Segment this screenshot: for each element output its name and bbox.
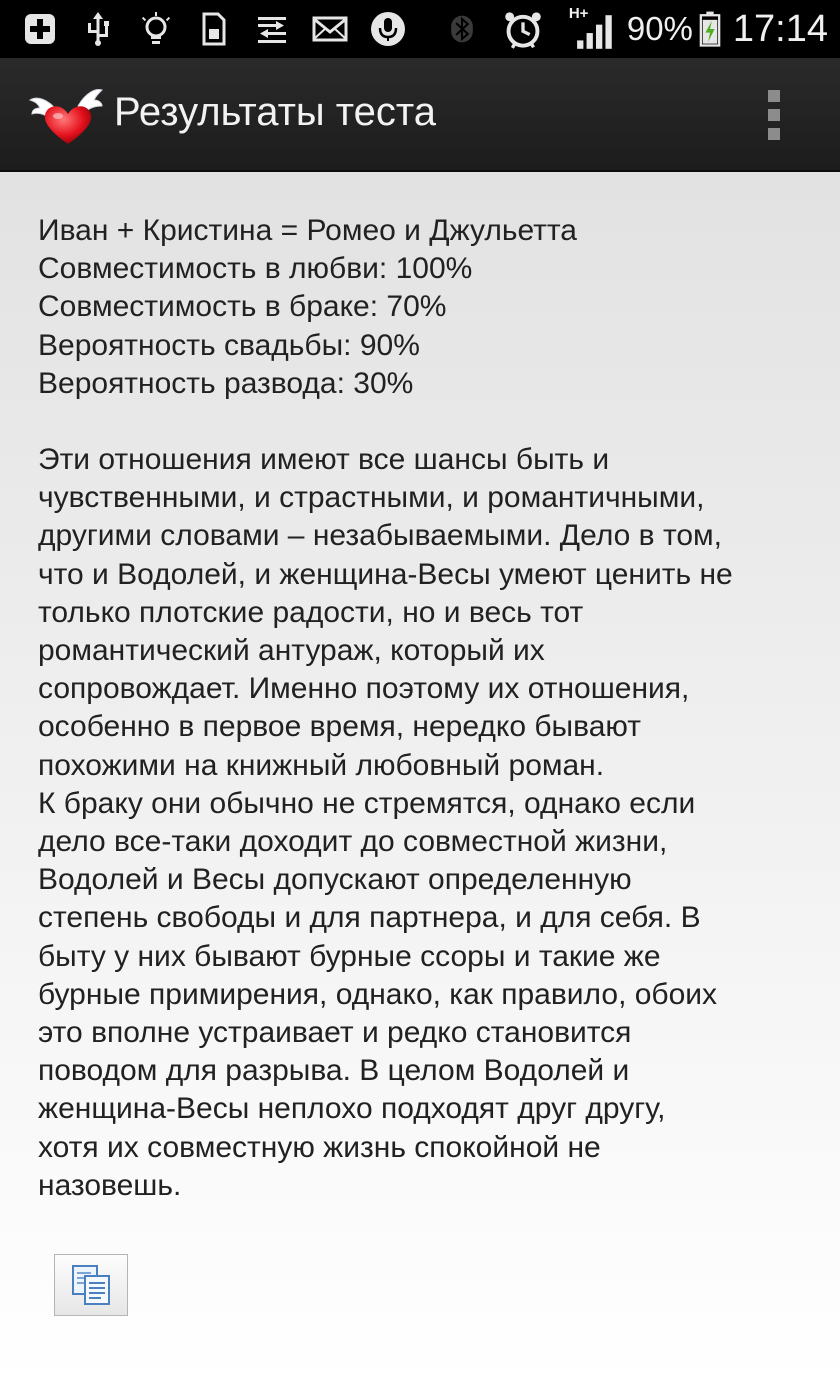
network-indicator: H+ (569, 5, 617, 51)
result-content: Иван + Кристина = Ромео и Джульетта Совм… (38, 212, 818, 1205)
notification-icons (22, 0, 406, 58)
signal-icon (576, 15, 612, 49)
overflow-dot (768, 128, 780, 140)
overflow-menu-icon[interactable] (750, 82, 798, 148)
screen-title: Результаты теста (114, 90, 437, 134)
status-bar: H+ 90% 17:14 (0, 0, 840, 58)
match-line: Иван + Кристина = Ромео и Джульетта (38, 214, 577, 247)
alarm-icon (505, 12, 541, 49)
lightbulb-icon (141, 12, 171, 44)
email-icon (312, 16, 348, 42)
microphone-icon (371, 12, 405, 46)
result-summary: Иван + Кристина = Ромео и Джульетта Совм… (38, 212, 818, 403)
copy-button[interactable] (54, 1254, 128, 1316)
data-transfer-icon (258, 17, 286, 43)
add-icon (25, 14, 55, 44)
bluetooth-icon (451, 15, 473, 43)
divorce-probability: Вероятность развода: 30% (38, 366, 414, 400)
sim-icon (202, 12, 226, 46)
marriage-compatibility: Совместимость в браке: 70% (38, 290, 447, 324)
action-bar: Результаты теста (0, 58, 840, 172)
battery-charging-icon (699, 11, 721, 47)
love-compatibility: Совместимость в любви: 100% (38, 252, 473, 286)
battery-percent: 90% (626, 10, 693, 47)
clock: 17:14 (732, 7, 828, 50)
winged-heart-icon[interactable] (28, 84, 104, 148)
wedding-probability: Вероятность свадьбы: 90% (38, 328, 420, 362)
system-indicators: H+ 90% 17:14 (447, 0, 828, 58)
result-description: Эти отношения имеют все шансы быть и чув… (38, 443, 733, 1202)
overflow-dot (768, 109, 780, 121)
copy-icon (72, 1265, 110, 1305)
usb-icon (88, 12, 109, 46)
overflow-dot (768, 90, 780, 102)
